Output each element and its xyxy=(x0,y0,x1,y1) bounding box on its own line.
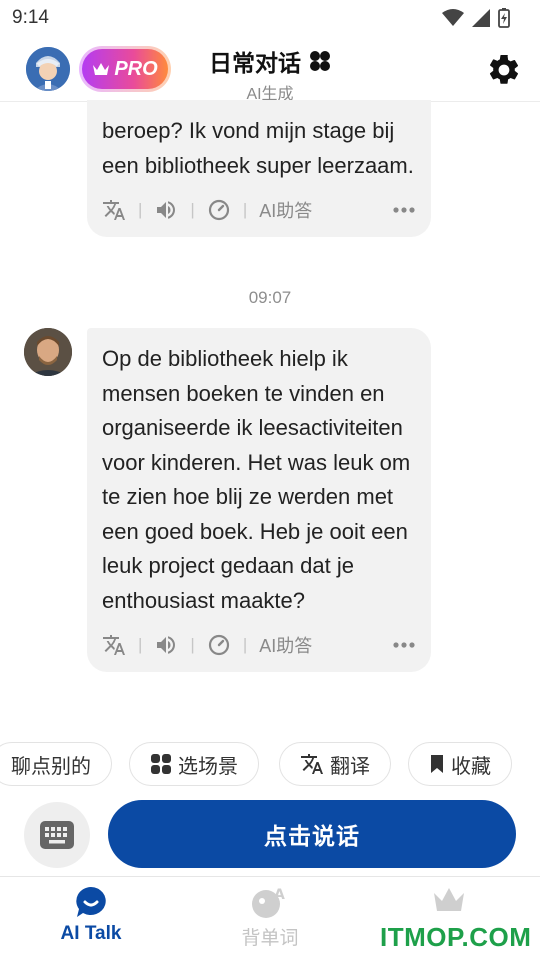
tap-to-speak-button[interactable]: 点击说话 xyxy=(108,800,516,868)
settings-button[interactable] xyxy=(486,52,522,88)
message-text: beroep? Ik vond mijn stage bij een bibli… xyxy=(102,118,414,178)
grid-icon xyxy=(151,754,171,774)
status-icons xyxy=(442,8,510,28)
message-timestamp: 09:07 xyxy=(248,288,292,307)
partner-avatar[interactable] xyxy=(24,328,72,376)
message-actions: | | | AI助答 xyxy=(102,183,415,237)
crown-icon xyxy=(434,888,464,911)
chat-bubble-icon xyxy=(76,887,106,917)
nav-item-ai-talk[interactable]: AI Talk xyxy=(31,885,151,945)
vocabulary-icon: A xyxy=(252,887,285,918)
nav-item-vocabulary[interactable]: A 背单词 xyxy=(210,885,330,950)
page-title: 日常对话 xyxy=(209,50,301,76)
chip-chat-other[interactable]: 聊点别的 xyxy=(0,742,112,786)
header: PRO 日常对话 AI生成 xyxy=(0,36,540,104)
ai-answer-button[interactable]: AI助答 xyxy=(259,197,312,223)
message-bubble: beroep? Ik vond mijn stage bij een bibli… xyxy=(87,100,431,237)
more-icon[interactable] xyxy=(393,642,415,648)
speed-icon[interactable] xyxy=(207,198,231,222)
bookmark-icon xyxy=(431,755,443,773)
message-actions: | | | AI助答 xyxy=(102,618,415,672)
gear-icon xyxy=(489,54,519,84)
watermark: ITMOP.COM xyxy=(380,922,532,952)
chip-label: 翻译 xyxy=(330,755,370,778)
title-area[interactable]: 日常对话 AI生成 xyxy=(195,44,345,104)
chip-bookmark[interactable]: 收藏 xyxy=(408,742,512,786)
message-text: Op de bibliotheek hielp ik mensen boeken… xyxy=(102,346,411,613)
chip-choose-scene[interactable]: 选场景 xyxy=(129,742,259,786)
chip-translate[interactable]: 翻译 xyxy=(279,742,391,786)
battery-icon xyxy=(498,8,510,28)
crown-icon xyxy=(93,63,110,75)
signal-icon xyxy=(472,9,490,27)
keyboard-toggle-button[interactable] xyxy=(24,802,90,868)
message-bubble: Op de bibliotheek hielp ik mensen boeken… xyxy=(87,328,431,672)
nav-label: AI Talk xyxy=(60,923,122,944)
translate-icon xyxy=(301,754,323,774)
nav-label: 背单词 xyxy=(241,928,299,949)
wifi-icon xyxy=(442,9,464,26)
translate-icon[interactable] xyxy=(102,198,126,222)
speed-icon[interactable] xyxy=(207,633,231,657)
quick-chips: 聊点别的 选场景 翻译 收藏 xyxy=(0,742,540,786)
speaker-icon[interactable] xyxy=(154,198,178,222)
clover-icon xyxy=(310,51,330,71)
translate-icon[interactable] xyxy=(102,633,126,657)
status-bar: 9:14 xyxy=(0,0,540,36)
speaker-icon[interactable] xyxy=(154,633,178,657)
pro-label: PRO xyxy=(114,57,158,80)
nav-item-premium[interactable] xyxy=(389,885,509,919)
chip-label: 收藏 xyxy=(451,755,491,778)
svg-text:A: A xyxy=(274,887,285,903)
keyboard-icon xyxy=(40,821,74,849)
chip-label: 聊点别的 xyxy=(11,755,91,778)
status-time: 9:14 xyxy=(12,7,49,28)
more-icon[interactable] xyxy=(393,207,415,213)
user-avatar[interactable] xyxy=(26,47,70,91)
tap-to-speak-label: 点击说话 xyxy=(264,823,360,849)
pro-badge[interactable]: PRO xyxy=(79,46,171,92)
ai-answer-button[interactable]: AI助答 xyxy=(259,632,312,658)
chip-label: 选场景 xyxy=(178,755,238,778)
